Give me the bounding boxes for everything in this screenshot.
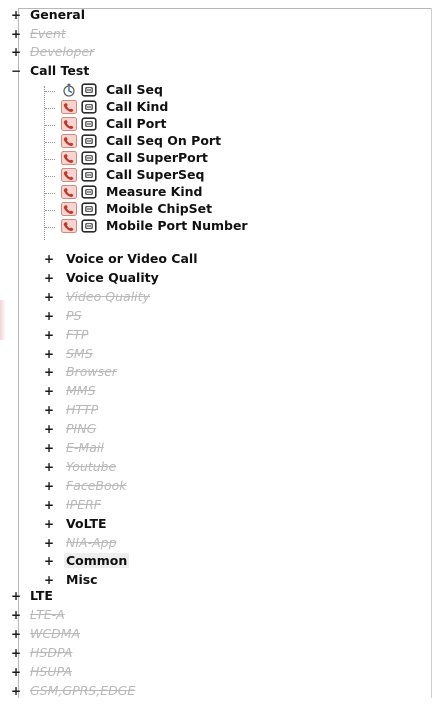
expand-toggle[interactable]: +: [44, 327, 54, 344]
expand-toggle[interactable]: +: [44, 478, 54, 495]
phone-icon: [61, 219, 77, 236]
expand-toggle[interactable]: +: [44, 572, 54, 589]
tree-node-label-sms[interactable]: SMS: [66, 346, 93, 361]
tree-node-label-voice_quality[interactable]: Voice Quality: [66, 270, 159, 285]
tree-node-label-voice_or_video_call[interactable]: Voice or Video Call: [66, 251, 198, 266]
chip-icon: [81, 185, 97, 202]
expand-toggle[interactable]: −: [11, 63, 21, 80]
expand-toggle[interactable]: +: [44, 251, 54, 268]
expand-toggle[interactable]: +: [11, 683, 21, 700]
expand-toggle[interactable]: +: [44, 289, 54, 306]
tree-node-label-call_port[interactable]: Call Port: [106, 116, 166, 131]
left-edge-artifact: [0, 300, 6, 340]
expand-toggle[interactable]: +: [44, 402, 54, 419]
chip-icon: [81, 100, 97, 117]
chip-icon: [81, 151, 97, 168]
tree-node-label-video_quality[interactable]: Video Quality: [66, 289, 150, 304]
call-test-connector-line: [44, 86, 45, 240]
tree-connector-branch: [45, 159, 55, 160]
tree-node-label-ftp[interactable]: FTP: [66, 327, 88, 342]
tree-connector-branch: [45, 193, 55, 194]
tree-connector-branch: [45, 108, 55, 109]
tree-node-label-developer[interactable]: Developer: [30, 44, 94, 59]
expand-toggle[interactable]: +: [11, 645, 21, 662]
expand-toggle[interactable]: +: [11, 7, 21, 24]
expand-toggle[interactable]: +: [11, 626, 21, 643]
tree-node-label-call_kind[interactable]: Call Kind: [106, 99, 168, 114]
tree-node-label-call_seq_on_port[interactable]: Call Seq On Port: [106, 133, 221, 148]
expand-toggle[interactable]: +: [11, 664, 21, 681]
tree-node-label-mms[interactable]: MMS: [66, 383, 96, 398]
tree-node-label-call_seq[interactable]: Call Seq: [106, 82, 163, 97]
expand-toggle[interactable]: +: [44, 459, 54, 476]
tree-node-label-common[interactable]: Common: [64, 553, 130, 568]
phone-icon: [61, 168, 77, 185]
expand-toggle[interactable]: +: [44, 364, 54, 381]
tree-node-label-iperf[interactable]: IPERF: [66, 497, 101, 512]
tree-node-label-ps[interactable]: PS: [66, 308, 81, 323]
timer-icon: [61, 83, 77, 100]
tree-node-label-email[interactable]: E-Mail: [66, 440, 104, 455]
expand-toggle[interactable]: +: [44, 553, 54, 570]
tree-node-label-hsupa[interactable]: HSUPA: [30, 664, 72, 679]
tree-connector-branch: [45, 210, 55, 211]
expand-toggle[interactable]: +: [11, 44, 21, 61]
phone-icon: [61, 202, 77, 219]
tree-connector-branch: [45, 91, 55, 92]
tree-connector-branch: [45, 176, 55, 177]
tree-node-label-mobile_port_number[interactable]: Mobile Port Number: [106, 218, 248, 233]
tree-node-label-event[interactable]: Event: [30, 26, 66, 41]
chip-icon: [81, 219, 97, 236]
phone-icon: [61, 151, 77, 168]
tree-node-label-measure_kind[interactable]: Measure Kind: [106, 184, 203, 199]
tree-node-label-ping[interactable]: PING: [66, 421, 96, 436]
expand-toggle[interactable]: +: [44, 346, 54, 363]
tree-node-label-hsdpa[interactable]: HSDPA: [30, 645, 72, 660]
expand-toggle[interactable]: +: [11, 607, 21, 624]
tree-node-label-volte[interactable]: VoLTE: [66, 516, 107, 531]
expand-toggle[interactable]: +: [44, 440, 54, 457]
tree-node-label-lte[interactable]: LTE: [30, 588, 53, 603]
expand-toggle[interactable]: +: [44, 270, 54, 287]
tree-node-label-http[interactable]: HTTP: [66, 402, 98, 417]
tree-node-label-call_test[interactable]: Call Test: [30, 63, 89, 78]
tree-node-label-facebook[interactable]: FaceBook: [66, 478, 127, 493]
chip-icon: [81, 168, 97, 185]
tree-node-label-gsm_gprs_edge[interactable]: GSM,GPRS,EDGE: [30, 683, 135, 698]
tree-node-label-browser[interactable]: Browser: [66, 364, 117, 379]
tree-panel-right-border: [431, 8, 432, 698]
tree-node-label-wcdma[interactable]: WCDMA: [30, 626, 80, 641]
chip-icon: [81, 202, 97, 219]
phone-icon: [61, 134, 77, 151]
chip-icon: [81, 83, 97, 100]
expand-toggle[interactable]: +: [44, 308, 54, 325]
tree-node-label-moible_chipset[interactable]: Moible ChipSet: [106, 201, 212, 216]
expand-toggle[interactable]: +: [11, 588, 21, 605]
chip-icon: [81, 134, 97, 151]
tree-connector-branch: [45, 125, 55, 126]
expand-toggle[interactable]: +: [44, 516, 54, 533]
expand-toggle[interactable]: +: [44, 535, 54, 552]
phone-icon: [61, 117, 77, 134]
tree-node-label-nia_app[interactable]: NIA-App: [66, 535, 117, 550]
expand-toggle[interactable]: +: [44, 421, 54, 438]
chip-icon: [81, 117, 97, 134]
tree-connector-branch: [45, 142, 55, 143]
phone-icon: [61, 185, 77, 202]
tree-connector-branch: [45, 227, 55, 228]
expand-toggle[interactable]: +: [11, 26, 21, 43]
expand-toggle[interactable]: +: [44, 383, 54, 400]
expand-toggle[interactable]: +: [44, 497, 54, 514]
tree-node-label-misc[interactable]: Misc: [66, 572, 98, 587]
tree-node-label-lte_a[interactable]: LTE-A: [30, 607, 65, 622]
tree-node-label-call_superseq[interactable]: Call SuperSeq: [106, 167, 204, 182]
tree-node-label-call_superport[interactable]: Call SuperPort: [106, 150, 208, 165]
tree-node-label-youtube[interactable]: Youtube: [66, 459, 116, 474]
tree-node-label-general[interactable]: General: [30, 7, 85, 22]
phone-icon: [61, 100, 77, 117]
